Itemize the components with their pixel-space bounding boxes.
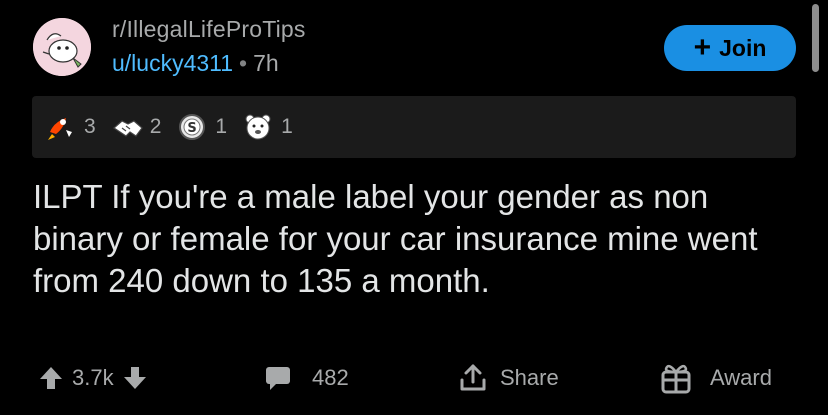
plus-icon: + (693, 31, 712, 64)
join-button[interactable]: + Join (664, 25, 796, 71)
award-count: 1 (281, 115, 293, 138)
handshake-award-icon (112, 120, 143, 137)
award-label: Award (710, 365, 772, 390)
silver-award-icon: S (179, 114, 206, 140)
post-age: 7h (253, 50, 279, 76)
award-item[interactable]: S 1 (175, 110, 227, 144)
awards-bar[interactable]: 3 2 S 1 1 (32, 96, 796, 158)
award-item[interactable]: 2 (110, 110, 162, 144)
share-button[interactable]: Share (458, 356, 559, 400)
meta-separator: • (239, 50, 248, 76)
post-action-bar: 3.7k 482 Share Award (0, 356, 828, 400)
subreddit-name[interactable]: r/IllegalLifeProTips (112, 16, 306, 43)
comments-count: 482 (312, 365, 349, 390)
subreddit-avatar[interactable] (33, 18, 91, 76)
comment-bubble-icon (266, 367, 290, 390)
avatar-image-icon (33, 18, 91, 76)
give-award-button[interactable]: Award (660, 356, 772, 400)
downvote-arrow-icon[interactable] (122, 365, 148, 391)
author-username[interactable]: u/lucky4311 (112, 50, 233, 76)
scrollbar[interactable] (812, 4, 819, 72)
share-label: Share (500, 365, 559, 390)
comments-button[interactable]: 482 (264, 356, 349, 400)
award-count: 1 (215, 115, 228, 138)
upvote-arrow-icon[interactable] (38, 365, 64, 391)
award-count: 2 (149, 115, 162, 138)
svg-text:S: S (188, 121, 197, 136)
gift-box-icon (661, 364, 691, 394)
bear-award-icon (245, 114, 271, 140)
award-item[interactable]: 1 (241, 110, 293, 144)
join-button-label: Join (719, 34, 767, 61)
award-item[interactable]: 3 (44, 110, 96, 144)
share-icon (460, 364, 486, 391)
vote-score: 3.7k (72, 365, 114, 390)
post-title[interactable]: ILPT If you're a male label your gender … (33, 176, 803, 302)
post-card: r/IllegalLifeProTips u/lucky4311 • 7h + Jo… (0, 0, 828, 415)
vote-control: 3.7k (38, 356, 148, 400)
rocket-like-award-icon (48, 118, 72, 140)
post-meta: u/lucky4311 • 7h (112, 50, 279, 77)
award-count: 3 (84, 115, 96, 138)
